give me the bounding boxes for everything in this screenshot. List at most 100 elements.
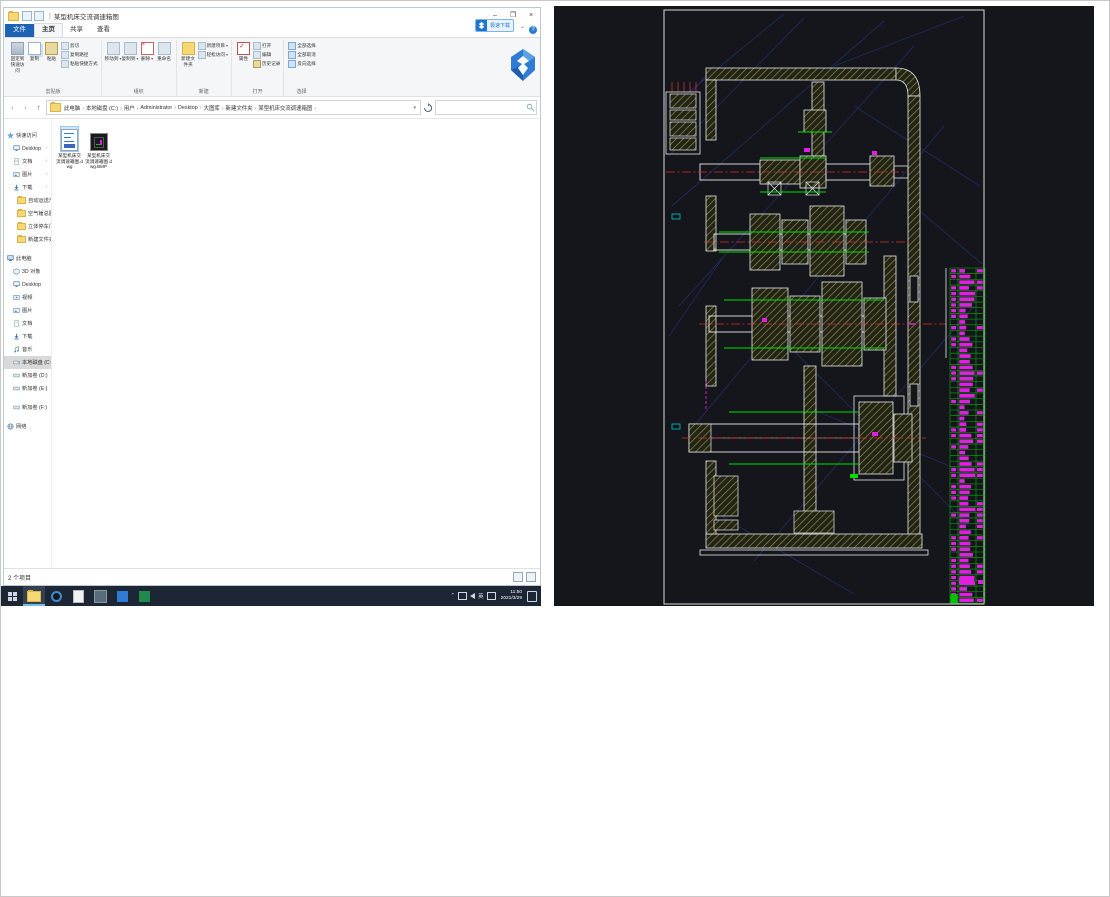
thunder-app-logo-icon[interactable] bbox=[510, 48, 536, 82]
sidebar-item-downloads[interactable]: 下载 bbox=[4, 330, 51, 343]
invert-selection-icon bbox=[288, 59, 297, 68]
search-input[interactable] bbox=[436, 104, 526, 111]
tray-monitor-icon[interactable] bbox=[458, 592, 468, 600]
crumb-new-folder[interactable]: 新建文件夹 bbox=[225, 104, 258, 112]
open-button[interactable]: 打开 bbox=[252, 41, 280, 50]
up-icon[interactable]: ↑ bbox=[33, 102, 44, 113]
pin-icon bbox=[11, 42, 24, 55]
tray-ime-indicator[interactable]: 英 bbox=[478, 592, 484, 600]
select-none-button[interactable]: 全部取消 bbox=[288, 50, 316, 59]
tab-file[interactable]: 文件 bbox=[5, 24, 34, 37]
properties-button[interactable]: 属性 bbox=[235, 41, 252, 63]
forward-icon[interactable]: › bbox=[20, 102, 31, 113]
taskbar-word[interactable] bbox=[89, 586, 111, 606]
move-to-button[interactable]: 移动到 bbox=[105, 41, 122, 63]
start-button[interactable] bbox=[1, 586, 23, 606]
tab-view[interactable]: 查看 bbox=[90, 24, 117, 37]
address-dropdown-icon[interactable]: ▾ bbox=[411, 105, 418, 111]
sidebar-item-documents-pinned[interactable]: 文档 ✓ bbox=[4, 155, 51, 168]
history-button[interactable]: 历史记录 bbox=[252, 59, 280, 68]
sidebar-item-recent-folder-2[interactable]: 空气锤总图+锤体组件 bbox=[4, 207, 51, 220]
paste-button[interactable]: 粘贴 bbox=[43, 41, 60, 63]
crumb-this-pc[interactable]: 此电脑 bbox=[63, 104, 85, 112]
drive-icon bbox=[13, 360, 20, 365]
tray-volume-icon[interactable] bbox=[470, 593, 476, 599]
easy-access-button[interactable]: 轻松访问 bbox=[197, 50, 228, 59]
delete-icon bbox=[140, 42, 154, 55]
navigation-pane: 快速访问 Desktop ✓ 文档 ✓ 图片 ✓ 下载 ✓ 自动运送汽 空气锤总… bbox=[4, 119, 52, 568]
sidebar-item-quick-access[interactable]: 快速访问 bbox=[4, 129, 51, 142]
thumbnail-view-icon[interactable] bbox=[526, 572, 536, 582]
tray-battery-icon[interactable] bbox=[486, 592, 496, 600]
crumb-library[interactable]: 大图库 bbox=[203, 104, 225, 112]
details-view-icon[interactable] bbox=[513, 572, 523, 582]
close-button[interactable]: × bbox=[522, 8, 540, 24]
notification-center-icon[interactable] bbox=[527, 590, 537, 602]
new-item-button[interactable]: 新建项目 bbox=[197, 41, 228, 50]
copy-button[interactable]: 复制 bbox=[26, 41, 43, 63]
sidebar-item-drive-e[interactable]: 新加卷 (E:) bbox=[4, 382, 51, 395]
sidebar-item-recent-folder-3[interactable]: 立体停车门图纸 bbox=[4, 220, 51, 233]
search-box bbox=[435, 100, 537, 115]
collapse-ribbon-icon[interactable]: ⌃ bbox=[519, 27, 526, 34]
sidebar-item-desktop[interactable]: Desktop bbox=[4, 278, 51, 291]
pin-to-quick-access-button[interactable]: 固定到快速访问 bbox=[9, 41, 26, 75]
taskbar-clock[interactable]: 11:50 2021/3/29 bbox=[499, 590, 524, 601]
help-icon[interactable]: ? bbox=[529, 26, 537, 34]
download-icon bbox=[14, 184, 19, 191]
taskbar-file-explorer[interactable] bbox=[23, 586, 45, 606]
ribbon-group-select: 全部选择 全部取消 反向选择 选择 bbox=[284, 40, 318, 96]
crumb-drive-c[interactable]: 本地磁盘 (C:) bbox=[85, 104, 123, 112]
sidebar-item-pictures[interactable]: 图片 bbox=[4, 304, 51, 317]
sidebar-item-pictures-pinned[interactable]: 图片 ✓ bbox=[4, 168, 51, 181]
hidden-icons-chevron[interactable]: ⌃ bbox=[451, 593, 456, 599]
taskbar-browser[interactable] bbox=[45, 586, 67, 606]
edit-button[interactable]: 编辑 bbox=[252, 50, 280, 59]
cut-button[interactable]: 剪切 bbox=[61, 41, 98, 50]
sidebar-item-drive-d[interactable]: 新加卷 (D:) bbox=[4, 369, 51, 382]
sidebar-item-drive-c[interactable]: 本地磁盘 (C:) bbox=[4, 356, 51, 369]
crumb-administrator[interactable]: Administrator bbox=[139, 105, 177, 111]
taskbar-excel[interactable] bbox=[133, 586, 155, 606]
refresh-icon[interactable] bbox=[423, 102, 433, 113]
sidebar-item-recent-folder-4[interactable]: 新建文件夹 bbox=[4, 233, 51, 246]
copy-path-button[interactable]: 复制路径 bbox=[61, 50, 98, 59]
delete-button[interactable]: 删除 bbox=[139, 41, 156, 63]
crumb-desktop[interactable]: Desktop bbox=[177, 105, 203, 111]
browser-icon bbox=[50, 590, 62, 602]
qat-properties-icon[interactable] bbox=[22, 11, 32, 21]
file-item-bmp[interactable]: 某型机床交流调速箱图.dwg.BMP bbox=[85, 127, 112, 170]
breadcrumb[interactable]: 此电脑 本地磁盘 (C:) 用户 Administrator Desktop 大… bbox=[46, 100, 421, 115]
sidebar-item-videos[interactable]: 视频 bbox=[4, 291, 51, 304]
back-icon[interactable]: ‹ bbox=[7, 102, 18, 113]
sidebar-item-drive-f[interactable]: 新加卷 (F:) bbox=[4, 401, 51, 414]
drive-icon bbox=[13, 373, 20, 378]
new-item-icon bbox=[197, 41, 206, 50]
new-folder-button[interactable]: 新建文件夹 bbox=[180, 41, 197, 69]
invert-selection-button[interactable]: 反向选择 bbox=[288, 59, 316, 68]
taskbar-wps[interactable] bbox=[67, 586, 89, 606]
crumb-users[interactable]: 用户 bbox=[123, 104, 140, 112]
sidebar-item-desktop-pinned[interactable]: Desktop ✓ bbox=[4, 142, 51, 155]
file-item-dwg[interactable]: 某型机床交流调速箱图.dwg bbox=[56, 126, 83, 170]
select-all-button[interactable]: 全部选择 bbox=[288, 41, 316, 50]
search-icon[interactable] bbox=[526, 103, 535, 112]
tab-home[interactable]: 主页 bbox=[34, 23, 63, 37]
sidebar-item-documents[interactable]: 文档 bbox=[4, 317, 51, 330]
cad-drawing bbox=[554, 6, 1094, 606]
sidebar-item-recent-folder-1[interactable]: 自动运送汽车CAD配图 bbox=[4, 194, 51, 207]
sidebar-item-3d-objects[interactable]: 3D 对象 bbox=[4, 265, 51, 278]
qat-new-folder-icon[interactable] bbox=[34, 11, 44, 21]
tab-share[interactable]: 共享 bbox=[63, 24, 90, 37]
thunder-download-badge[interactable]: 极速下载 bbox=[474, 19, 514, 32]
sidebar-item-downloads-pinned[interactable]: 下载 ✓ bbox=[4, 181, 51, 194]
move-to-icon bbox=[106, 42, 120, 55]
sidebar-item-this-pc[interactable]: 此电脑 bbox=[4, 252, 51, 265]
rename-button[interactable]: 重命名 bbox=[156, 41, 173, 63]
paste-shortcut-button[interactable]: 粘贴快捷方式 bbox=[61, 59, 98, 68]
crumb-current[interactable]: 某型机床交流调速箱图 bbox=[257, 104, 317, 112]
sidebar-item-music[interactable]: 音乐 bbox=[4, 343, 51, 356]
copy-to-button[interactable]: 复制到 bbox=[122, 41, 139, 63]
taskbar-thunder[interactable] bbox=[111, 586, 133, 606]
sidebar-item-network[interactable]: 网络 bbox=[4, 420, 51, 433]
